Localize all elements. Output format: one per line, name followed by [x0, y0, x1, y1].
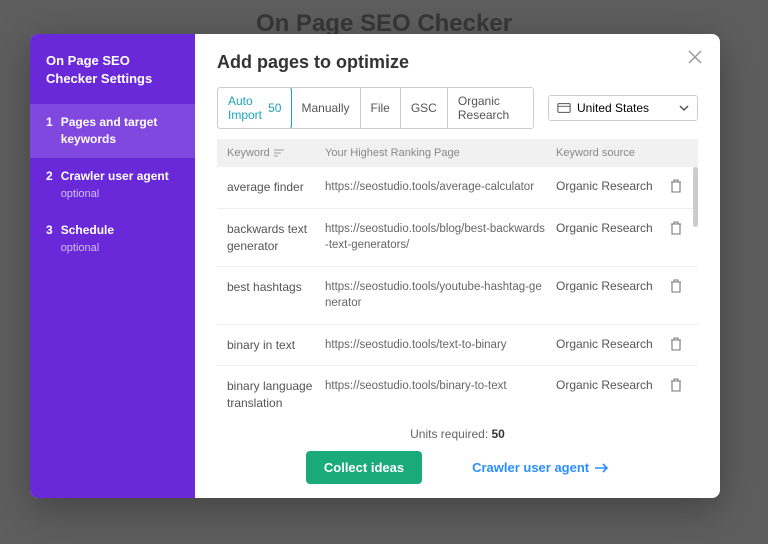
- trash-icon: [670, 378, 682, 392]
- cell-keyword: best hashtags: [227, 279, 317, 296]
- header-keyword[interactable]: Keyword: [227, 147, 317, 159]
- cell-page: https://seostudio.tools/text-to-binary: [325, 337, 548, 353]
- units-required: Units required: 50: [217, 427, 698, 441]
- cell-source: Organic Research: [556, 337, 656, 351]
- step-label: Pages and target keywords: [61, 114, 179, 148]
- cell-source: Organic Research: [556, 279, 656, 293]
- scrollbar-thumb[interactable]: [693, 167, 698, 227]
- table-row: average finder https://seostudio.tools/a…: [217, 167, 698, 209]
- sidebar-step-2[interactable]: 2 Crawler user agent optional: [30, 158, 195, 212]
- trash-icon: [670, 279, 682, 293]
- sidebar-step-3[interactable]: 3 Schedule optional: [30, 212, 195, 266]
- cell-keyword: binary in text: [227, 337, 317, 354]
- sort-icon: [274, 149, 284, 157]
- units-value: 50: [492, 427, 505, 441]
- table-body[interactable]: average finder https://seostudio.tools/a…: [217, 167, 698, 415]
- cell-page: https://seostudio.tools/youtube-hashtag-…: [325, 279, 548, 311]
- step-num: 1: [46, 114, 53, 148]
- close-icon: [688, 50, 702, 64]
- main-title: Add pages to optimize: [217, 52, 698, 73]
- tab-gsc[interactable]: GSC: [401, 88, 448, 128]
- trash-icon: [670, 221, 682, 235]
- main-panel: Add pages to optimize Auto Import 50 Manua…: [195, 34, 720, 498]
- tab-label: Organic Research: [458, 94, 523, 122]
- scrollbar[interactable]: [692, 167, 698, 415]
- delete-button[interactable]: [664, 279, 688, 293]
- delete-button[interactable]: [664, 337, 688, 351]
- settings-modal: On Page SEO Checker Settings 1 Pages and…: [30, 34, 720, 498]
- step-label: Schedule: [61, 222, 179, 239]
- tab-auto-import[interactable]: Auto Import 50: [217, 87, 292, 129]
- close-button[interactable]: [684, 46, 706, 68]
- header-keyword-label: Keyword: [227, 147, 270, 159]
- step-label: Crawler user agent: [61, 168, 179, 185]
- country-label: United States: [577, 101, 649, 115]
- table-row: binary language translation https://seos…: [217, 366, 698, 415]
- sidebar-title: On Page SEO Checker Settings: [30, 52, 195, 104]
- arrow-right-icon: [595, 463, 609, 473]
- table-row: binary in text https://seostudio.tools/t…: [217, 325, 698, 367]
- cell-keyword: binary language translation: [227, 378, 317, 412]
- table-row: backwards text generator https://seostud…: [217, 209, 698, 268]
- next-step-link[interactable]: Crawler user agent: [472, 460, 609, 475]
- cell-page: https://seostudio.tools/average-calculat…: [325, 179, 548, 195]
- delete-button[interactable]: [664, 378, 688, 392]
- tab-label: GSC: [411, 101, 437, 115]
- cell-page: https://seostudio.tools/blog/best-backwa…: [325, 221, 548, 253]
- tab-manually[interactable]: Manually: [291, 88, 360, 128]
- trash-icon: [670, 337, 682, 351]
- tab-count: 50: [268, 101, 281, 115]
- country-select[interactable]: United States: [548, 95, 698, 121]
- table-row: best hashtags https://seostudio.tools/yo…: [217, 267, 698, 324]
- collect-ideas-button[interactable]: Collect ideas: [306, 451, 422, 484]
- tab-organic-research[interactable]: Organic Research: [448, 88, 533, 128]
- cell-source: Organic Research: [556, 378, 656, 392]
- delete-button[interactable]: [664, 221, 688, 235]
- import-tabs: Auto Import 50 Manually File GSC Organic Rese…: [217, 87, 534, 129]
- globe-icon: [557, 101, 571, 115]
- step-optional: optional: [61, 241, 179, 256]
- header-source: Keyword source: [556, 147, 656, 159]
- cell-keyword: average finder: [227, 179, 317, 196]
- cell-source: Organic Research: [556, 179, 656, 193]
- cell-keyword: backwards text generator: [227, 221, 317, 255]
- delete-button[interactable]: [664, 179, 688, 193]
- chevron-down-icon: [679, 103, 689, 113]
- tab-label: Auto Import: [228, 94, 264, 122]
- sidebar: On Page SEO Checker Settings 1 Pages and…: [30, 34, 195, 498]
- trash-icon: [670, 179, 682, 193]
- cell-page: https://seostudio.tools/binary-to-text: [325, 378, 548, 394]
- header-page: Your Highest Ranking Page: [325, 147, 548, 159]
- cell-source: Organic Research: [556, 221, 656, 235]
- step-num: 3: [46, 222, 53, 256]
- units-label: Units required:: [410, 427, 491, 441]
- tab-label: Manually: [301, 101, 349, 115]
- step-optional: optional: [61, 187, 179, 202]
- next-step-label: Crawler user agent: [472, 460, 589, 475]
- table-header: Keyword Your Highest Ranking Page Keywor…: [217, 139, 698, 167]
- sidebar-step-1[interactable]: 1 Pages and target keywords: [30, 104, 195, 158]
- step-num: 2: [46, 168, 53, 202]
- tab-label: File: [371, 101, 390, 115]
- tab-file[interactable]: File: [361, 88, 401, 128]
